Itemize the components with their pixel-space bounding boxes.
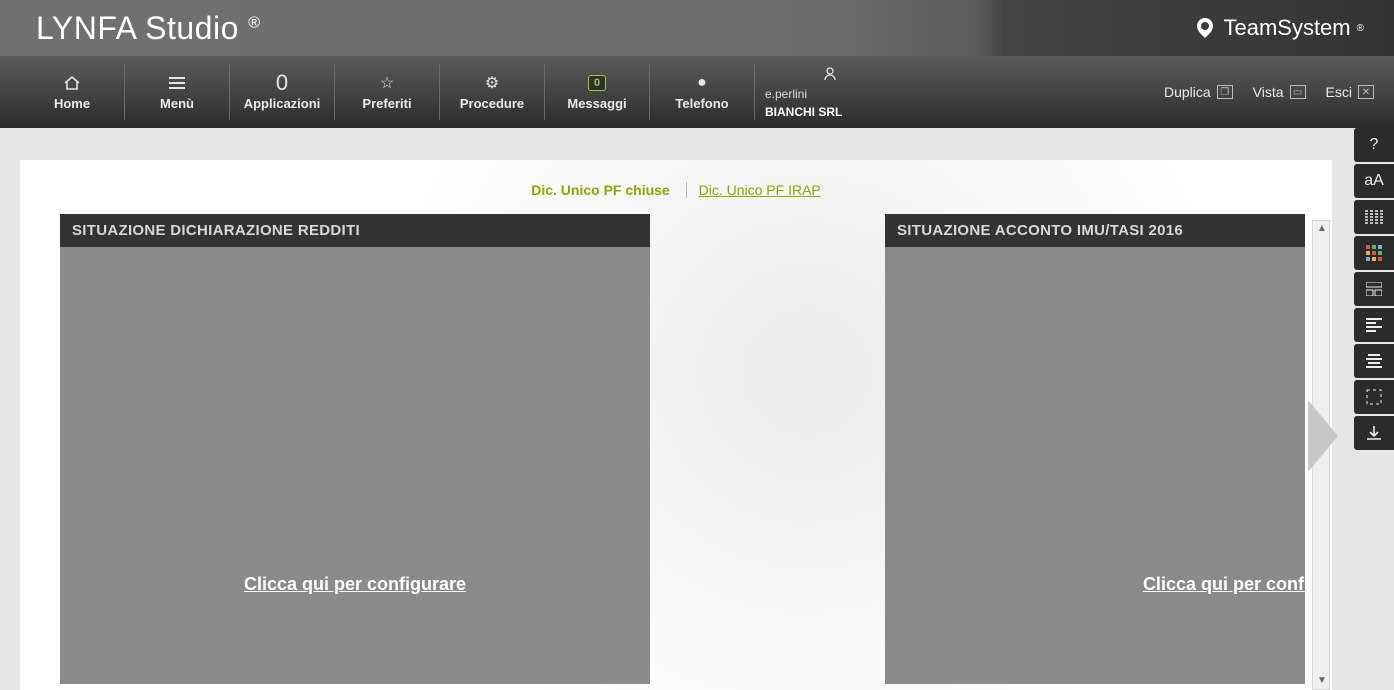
teamsystem-icon xyxy=(1193,16,1217,40)
duplicate-label: Duplica xyxy=(1164,84,1211,100)
scroll-up-icon[interactable]: ▲ xyxy=(1316,223,1328,235)
download-button[interactable] xyxy=(1354,416,1394,450)
favorites-label: Preferiti xyxy=(362,96,411,111)
panel-imu: SITUAZIONE ACCONTO IMU/TASI 2016 Clicca … xyxy=(885,214,1305,684)
procedures-label: Procedure xyxy=(460,96,524,111)
company-name: BIANCHI SRL xyxy=(765,105,842,119)
fullscreen-icon xyxy=(1366,389,1382,405)
text-button[interactable] xyxy=(1354,344,1394,378)
main-toolbar: Home Menù 0 Applicazioni ☆ Preferiti ⚙ P… xyxy=(0,56,1394,128)
breadcrumb: Dic. Unico PF chiuse Dic. Unico PF IRAP xyxy=(20,160,1332,214)
view-icon: ▭ xyxy=(1290,85,1306,99)
exit-label: Esci xyxy=(1326,84,1352,100)
apps-label: Applicazioni xyxy=(244,96,321,111)
line-spacing-button[interactable] xyxy=(1354,200,1394,234)
align-button[interactable] xyxy=(1354,308,1394,342)
exit-button[interactable]: Esci ✕ xyxy=(1326,84,1374,100)
download-icon xyxy=(1366,425,1382,441)
layout-button[interactable] xyxy=(1354,272,1394,306)
menu-icon xyxy=(169,74,185,92)
font-size-button[interactable]: aA xyxy=(1354,164,1394,198)
home-label: Home xyxy=(54,96,90,111)
panel-redditi-header: SITUAZIONE DICHIARAZIONE REDDITI xyxy=(60,214,650,247)
workspace: Dic. Unico PF chiuse Dic. Unico PF IRAP … xyxy=(20,160,1332,690)
text-icon xyxy=(1366,354,1382,368)
messages-label: Messaggi xyxy=(567,96,626,111)
messages-button[interactable]: 0 Messaggi xyxy=(545,64,650,120)
favorites-button[interactable]: ☆ Preferiti xyxy=(335,64,440,120)
fullscreen-button[interactable] xyxy=(1354,380,1394,414)
gear-icon: ⚙ xyxy=(485,74,499,92)
brand-registered: ® xyxy=(1357,23,1364,34)
procedures-button[interactable]: ⚙ Procedure xyxy=(440,64,545,120)
breadcrumb-link[interactable]: Dic. Unico PF IRAP xyxy=(699,182,821,198)
apps-button[interactable]: 0 Applicazioni xyxy=(230,64,335,120)
next-arrow[interactable] xyxy=(1308,400,1338,472)
duplicate-button[interactable]: Duplica ❐ xyxy=(1164,84,1233,100)
app-title: LYNFA Studio ® xyxy=(36,10,261,47)
apps-count: 0 xyxy=(276,74,288,92)
breadcrumb-active: Dic. Unico PF chiuse xyxy=(531,182,669,198)
menu-label: Menù xyxy=(160,96,194,111)
user-icon xyxy=(823,65,837,83)
layout-icon xyxy=(1366,282,1382,296)
user-info[interactable]: e.perlini BIANCHI SRL xyxy=(755,64,895,120)
panel-imu-configure-link[interactable]: Clicca qui per configurare xyxy=(1143,574,1332,595)
user-name: e.perlini xyxy=(765,87,807,101)
app-title-text: LYNFA Studio xyxy=(36,10,239,46)
panel-redditi-configure-link[interactable]: Clicca qui per configurare xyxy=(244,574,466,595)
apps-grid-button[interactable] xyxy=(1354,236,1394,270)
registered-mark: ® xyxy=(248,14,260,31)
messages-count: 0 xyxy=(588,75,606,91)
home-icon xyxy=(63,74,81,92)
panel-redditi: SITUAZIONE DICHIARAZIONE REDDITI Clicca … xyxy=(60,214,650,684)
scroll-down-icon[interactable]: ▼ xyxy=(1316,675,1328,687)
apps-grid-icon xyxy=(1366,245,1382,261)
view-button[interactable]: Vista ▭ xyxy=(1253,84,1306,100)
brand-name: TeamSystem xyxy=(1223,15,1350,41)
side-tools: ? aA xyxy=(1354,128,1394,450)
view-label: Vista xyxy=(1253,84,1284,100)
messages-badge: 0 xyxy=(588,74,606,92)
menu-button[interactable]: Menù xyxy=(125,64,230,120)
top-banner: LYNFA Studio ® TeamSystem ® xyxy=(0,0,1394,56)
home-button[interactable]: Home xyxy=(20,64,125,120)
help-button[interactable]: ? xyxy=(1354,128,1394,162)
duplicate-icon: ❐ xyxy=(1217,85,1233,99)
spacing-icon xyxy=(1365,210,1383,224)
toolbar-right: Duplica ❐ Vista ▭ Esci ✕ xyxy=(1164,84,1374,100)
brand-logo: TeamSystem ® xyxy=(1193,15,1364,41)
circle-icon: ● xyxy=(697,74,707,92)
phone-button[interactable]: ● Telefono xyxy=(650,64,755,120)
align-icon xyxy=(1366,318,1382,332)
close-icon: ✕ xyxy=(1358,85,1374,99)
panels-area: SITUAZIONE DICHIARAZIONE REDDITI Clicca … xyxy=(20,214,1332,684)
star-icon: ☆ xyxy=(380,74,394,92)
panel-imu-header: SITUAZIONE ACCONTO IMU/TASI 2016 xyxy=(885,214,1305,247)
phone-label: Telefono xyxy=(675,96,728,111)
breadcrumb-separator xyxy=(686,182,687,198)
